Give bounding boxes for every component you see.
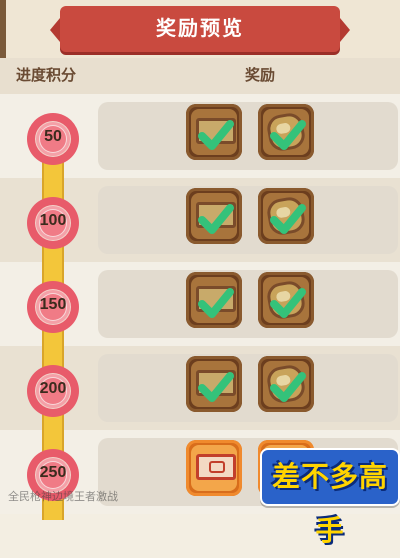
watermark-text: 全民枪神边境王者激战 [8,491,118,503]
reward-item[interactable] [258,188,314,244]
logo-badge: 差不多高手 [260,448,400,547]
reward-item[interactable] [258,356,314,412]
reward-row-200: 200 [0,346,400,430]
claimed-check-icon [196,366,236,406]
progress-badge: 200 [24,362,82,420]
reward-item[interactable] [258,272,314,328]
reward-panel [98,102,398,170]
progress-badge: 150 [24,278,82,336]
claimed-check-icon [268,114,308,154]
table-header: 进度积分 奖励 [0,58,400,94]
progress-badge: 50 [24,110,82,168]
reward-item[interactable] [258,104,314,160]
reward-panel [98,354,398,422]
header-progress-score: 进度积分 [16,67,77,84]
progress-score: 200 [39,380,67,397]
claimed-check-icon [268,282,308,322]
claimed-check-icon [196,282,236,322]
reward-row-50: 50 [0,94,400,178]
progress-badge: 100 [24,194,82,252]
title-banner: 奖励预览 [50,6,350,52]
reward-row-150: 150 [0,262,400,346]
red-ticket-icon [196,454,236,480]
reward-item[interactable] [186,272,242,328]
progress-score: 250 [39,464,67,481]
progress-score: 50 [44,128,62,145]
reward-item[interactable] [186,356,242,412]
claimed-check-icon [268,198,308,238]
reward-item[interactable] [186,188,242,244]
claimed-check-icon [196,114,236,154]
reward-row-100: 100 [0,178,400,262]
logo-text: 差不多高手 [271,460,388,547]
reward-panel [98,186,398,254]
reward-item[interactable] [186,104,242,160]
panel-title: 奖励预览 [156,18,244,40]
claimed-check-icon [196,198,236,238]
claimed-check-icon [268,366,308,406]
header-rewards: 奖励 [244,67,275,84]
progress-score: 150 [39,296,67,313]
progress-score: 100 [39,212,67,229]
reward-panel [98,270,398,338]
